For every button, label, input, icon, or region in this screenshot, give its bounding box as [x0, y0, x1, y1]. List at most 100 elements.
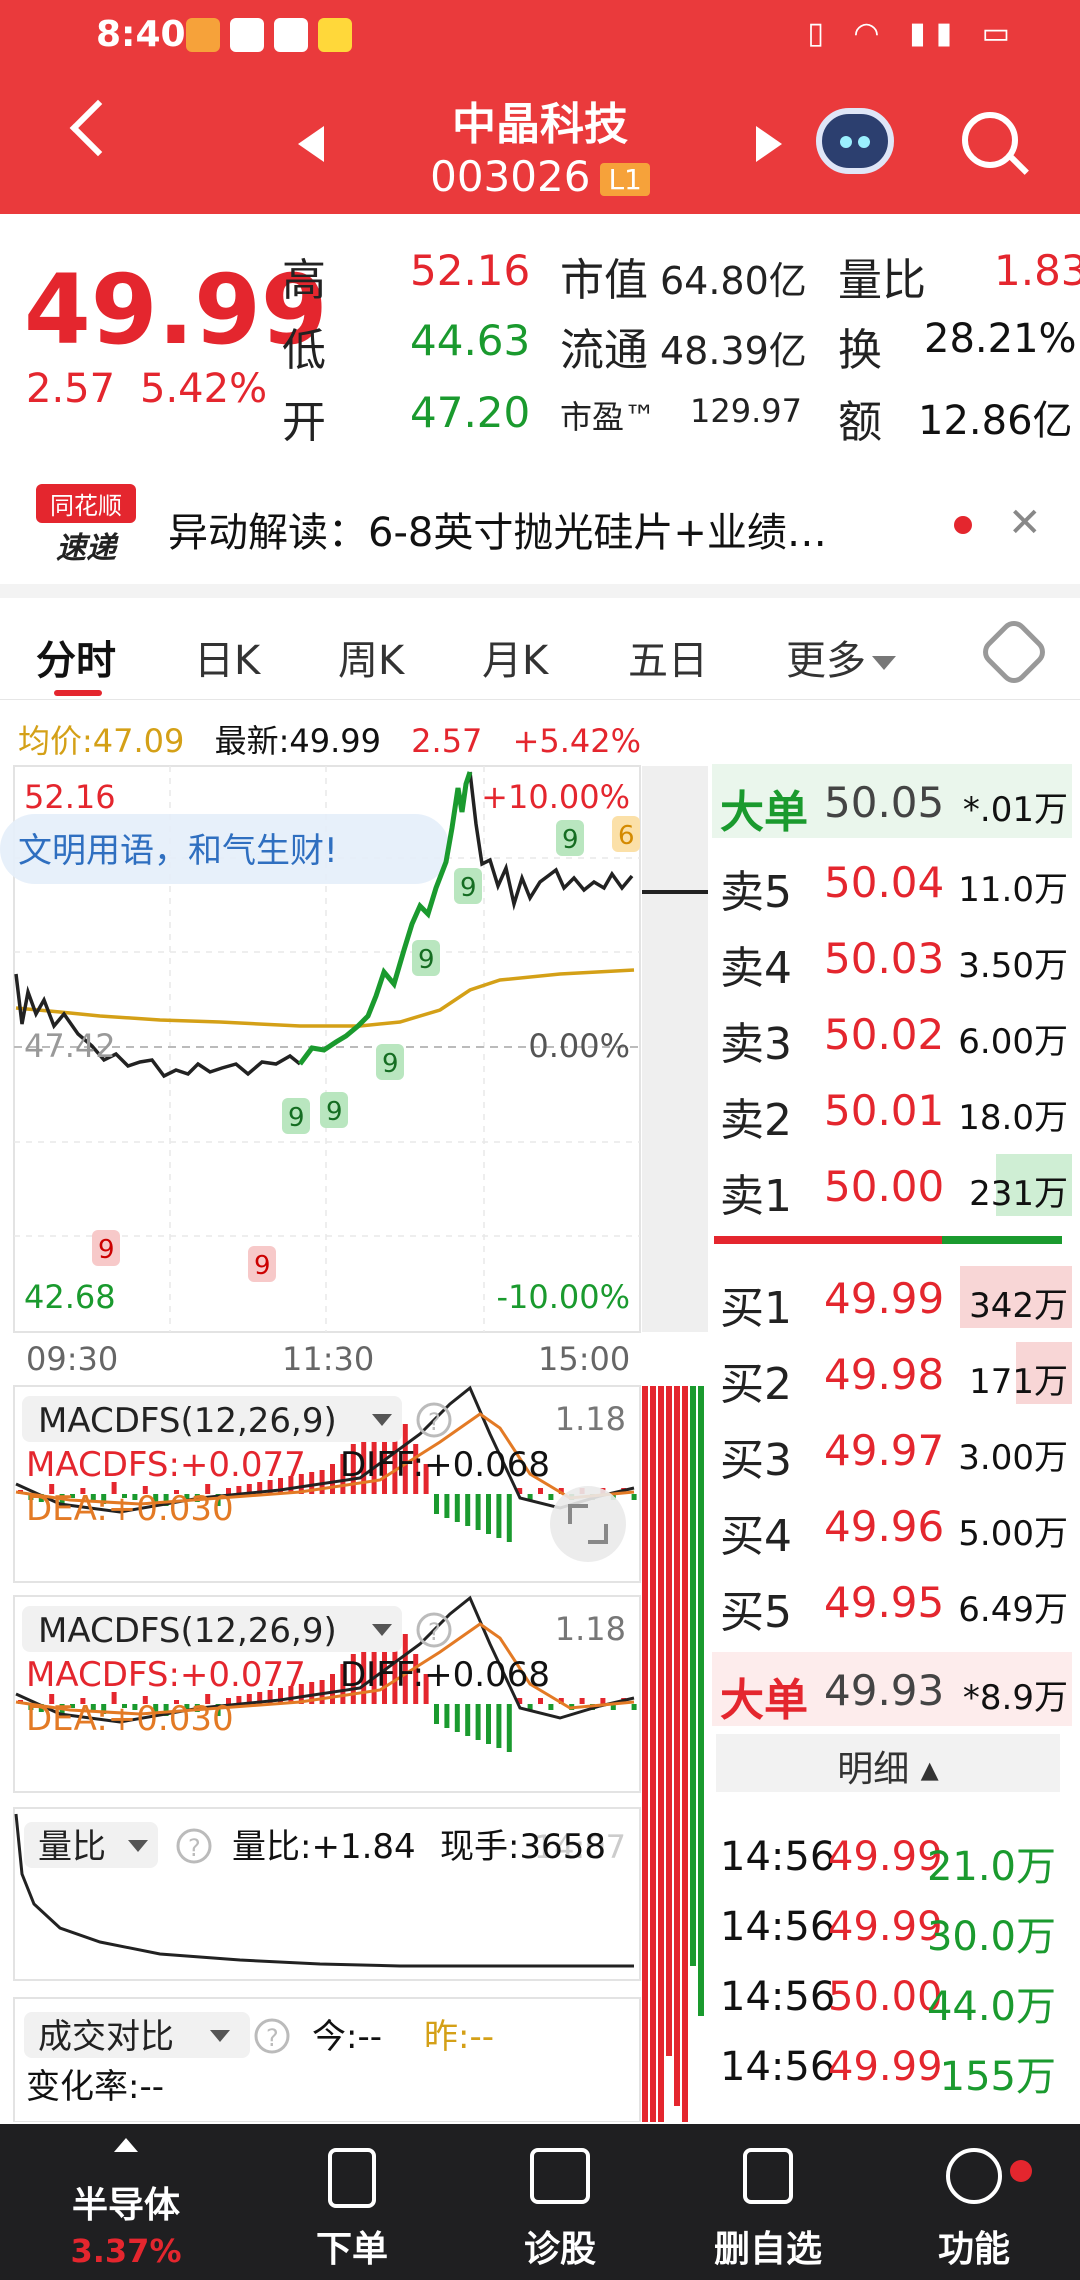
volume-bars [642, 1386, 704, 2122]
caret-up-icon [114, 2138, 138, 2152]
ask-row[interactable]: 卖1 50.00 231万 [712, 1148, 1072, 1222]
search-icon[interactable] [962, 112, 1018, 168]
l1-badge: L1 [600, 163, 650, 196]
status-time: 8:40 [96, 14, 186, 55]
macd-bar [538, 1698, 543, 1704]
volume-bar [650, 1386, 656, 2122]
tab-five-day[interactable]: 五日 [628, 628, 708, 686]
ask-label: 卖4 [720, 943, 792, 994]
status-icons: ▯ ◠ ▮▮ ▭ [807, 16, 1020, 51]
help-glyph: ? [266, 2024, 279, 2052]
robot-assistant-icon[interactable] [816, 108, 894, 174]
nav-diagnose[interactable]: 诊股 [452, 2124, 668, 2280]
next-stock-button[interactable] [756, 126, 782, 162]
ask-label: 卖3 [720, 1019, 792, 1070]
latest-change: 2.57 [411, 722, 483, 760]
bid-price: 49.99 [824, 1274, 945, 1323]
tab-weekly-k[interactable]: 周K [338, 628, 404, 686]
amount-value: 12.86亿 [918, 398, 1073, 444]
bid-row[interactable]: 买3 49.97 3.00万 [712, 1412, 1072, 1486]
ask-row[interactable]: 卖4 50.03 3.50万 [712, 920, 1072, 994]
tab-more[interactable]: 更多 [786, 628, 896, 686]
change-amount: 2.57 [26, 366, 116, 412]
pe-value: 129.97 [690, 392, 802, 430]
macd-title[interactable]: MACDFS(12,26,9) [38, 1401, 337, 1441]
bid-row[interactable]: 买1 49.99 342万 [712, 1260, 1072, 1334]
turnover-value: 28.21% [924, 316, 1077, 362]
bid-label: 买4 [720, 1511, 792, 1562]
vr-title[interactable]: 量比 [38, 1827, 106, 1867]
stock-code: 003026 [430, 152, 591, 201]
trade-detail-toggle[interactable]: 明细 ▴ [716, 1734, 1060, 1792]
ask-volume: 6.00万 [958, 1022, 1068, 1062]
macd-diff-value: DIFF:+0.068 [340, 1655, 550, 1695]
latest-price: 最新:49.99 [214, 722, 381, 760]
caret-down-icon [872, 656, 896, 670]
macd-bar [506, 1704, 512, 1752]
vr-value: 量比:+1.84 [232, 1827, 416, 1867]
trade-price: 49.99 [828, 1834, 943, 1880]
ask-price: 50.02 [824, 1010, 945, 1059]
macd-dea-value: DEA:+0.030 [26, 1489, 234, 1529]
nav-order[interactable]: 下单 [244, 2124, 460, 2280]
macd-bar [486, 1704, 491, 1744]
close-icon[interactable]: ✕ [1008, 500, 1042, 546]
bid-label: 买1 [720, 1283, 792, 1334]
ask-row[interactable]: 卖5 50.04 11.0万 [712, 844, 1072, 918]
ask-volume: 18.0万 [958, 1098, 1068, 1138]
bid-row[interactable]: 买4 49.96 5.00万 [712, 1488, 1072, 1562]
bid-row[interactable]: 买5 49.95 6.49万 [712, 1564, 1072, 1638]
macd-bar [454, 1704, 460, 1732]
news-headline[interactable]: 异动解读：6-8英寸抛光硅片+业绩… [168, 500, 827, 558]
tab-intraday[interactable]: 分时 [36, 628, 116, 686]
banner-text: 文明用语，和气生财! [18, 831, 338, 871]
expand-button[interactable] [550, 1486, 626, 1562]
market-cap-label: 市值 [560, 255, 648, 306]
trade-time: 14:56 [720, 2044, 836, 2090]
bottom-nav: 半导体 3.37% 下单 诊股 删自选 功能 [0, 2124, 1080, 2280]
header-bar: 8:40 ▯ ◠ ▮▮ ▭ 中晶科技 003026 L1 [0, 0, 1080, 214]
macd-title[interactable]: MACDFS(12,26,9) [38, 1611, 337, 1651]
bid-label: 买3 [720, 1435, 792, 1486]
nav-sector[interactable]: 半导体 3.37% [18, 2124, 234, 2280]
volume-bar [698, 1386, 704, 2016]
high-label: 高 [282, 255, 326, 306]
open-value: 47.20 [410, 388, 531, 437]
ask-row[interactable]: 卖2 50.01 18.0万 [712, 1072, 1072, 1146]
big-order-vol: *.01万 [962, 790, 1068, 830]
macd-bar [538, 1488, 543, 1494]
macd-value: MACDFS:+0.077 [26, 1655, 306, 1695]
news-logo-bottom: 速递 [56, 531, 116, 566]
news-logo-top: 同花顺 [36, 484, 136, 523]
macd-bar [434, 1494, 439, 1514]
bid-row[interactable]: 买2 49.98 171万 [712, 1336, 1072, 1410]
macd-bar [330, 1674, 335, 1704]
big-order-label: 大单 [720, 787, 808, 838]
ask-label: 卖1 [720, 1171, 792, 1222]
nav-functions[interactable]: 功能 [866, 2124, 1080, 2280]
nav-remove-favorite[interactable]: 删自选 [660, 2124, 876, 2280]
stock-name: 中晶科技 [452, 99, 628, 150]
notification-dot [1010, 2160, 1032, 2182]
y-mid-label: 47.42 [24, 1027, 116, 1065]
high-value: 52.16 [410, 246, 531, 295]
stock-code-row: 003026 L1 [0, 152, 1080, 201]
volume-bar [674, 1386, 680, 2106]
sell-pressure-bar [714, 1236, 942, 1244]
news-ticker[interactable]: 同花顺 速递 异动解读：6-8英寸抛光硅片+业绩… [0, 470, 1080, 580]
weibo-icon [318, 18, 352, 52]
macd-bar [465, 1704, 471, 1736]
ask-row[interactable]: 卖3 50.02 6.00万 [712, 996, 1072, 1070]
tab-monthly-k[interactable]: 月K [482, 628, 548, 686]
trade-time: 14:56 [720, 1974, 836, 2020]
macd-bar [548, 1494, 554, 1500]
macd-bar [496, 1494, 502, 1538]
big-order-price: 50.05 [824, 778, 945, 827]
tab-underline [54, 690, 102, 696]
compare-title[interactable]: 成交对比 [38, 2017, 174, 2057]
bid-volume: 342万 [969, 1286, 1068, 1326]
tab-daily-k[interactable]: 日K [194, 628, 260, 686]
trade-row: 14:56 50.00 44.0万 [718, 1964, 1058, 2034]
low-value: 44.63 [410, 316, 531, 365]
pct-min-label: -10.00% [496, 1278, 630, 1316]
